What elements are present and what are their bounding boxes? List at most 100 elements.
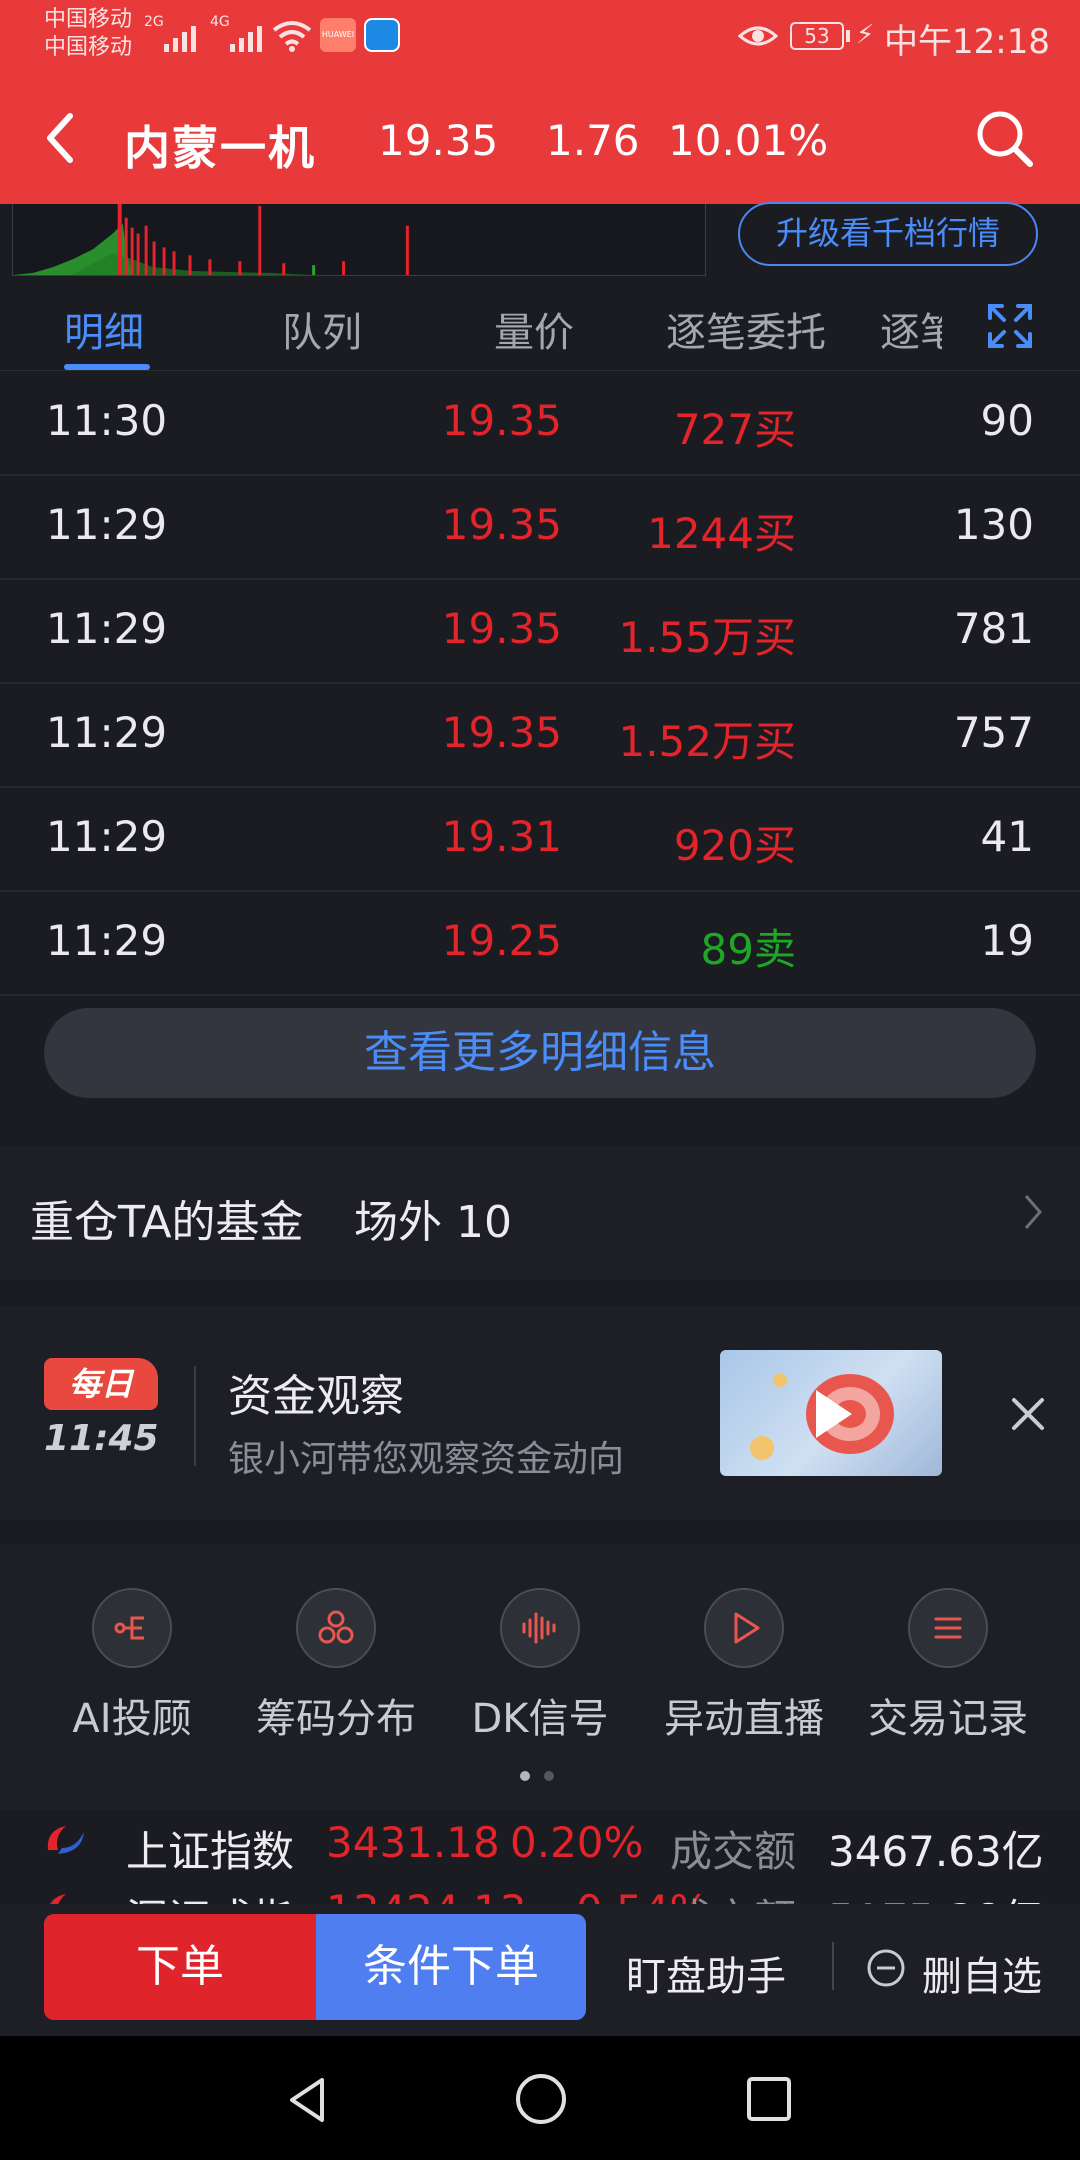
- dk-signal-icon: [500, 1588, 580, 1668]
- stock-change-percent: 10.01%: [668, 116, 829, 165]
- ticker-row: 上证指数 3431.18 0.20% 成交额 3467.63亿: [0, 1810, 1080, 1876]
- ai-advisor-icon: [92, 1588, 172, 1668]
- trade-time: 11:29: [46, 916, 168, 965]
- nav-back-icon[interactable]: [282, 2074, 334, 2126]
- tab-order-by-order[interactable]: 逐笔委托: [666, 300, 826, 358]
- carrier-labels: 中国移动 中国移动: [44, 6, 132, 62]
- trade-price: 19.35: [441, 708, 562, 757]
- remove-watchlist-label: 删自选: [922, 1954, 1042, 2000]
- charging-icon: ⚡: [856, 20, 875, 50]
- fund-holdings-row[interactable]: 重仓TA的基金 场外 10: [0, 1146, 1080, 1280]
- index-amount: 3467.63亿: [828, 1827, 1044, 1876]
- tool-label: DK信号: [471, 1696, 609, 1742]
- trade-count: 41: [980, 812, 1034, 861]
- nav-home-icon[interactable]: [514, 2072, 568, 2126]
- tool-dk-signal[interactable]: DK信号: [440, 1588, 640, 1744]
- trade-volume: 727买: [673, 405, 796, 454]
- table-row: 11:29 19.31 920买 41: [0, 788, 1080, 892]
- index-amount: 5175.38亿: [828, 1886, 1044, 1904]
- table-row: 11:29 19.35 1.55万买 781: [0, 580, 1080, 684]
- order-bar: 下单 条件下单 盯盘助手 删自选: [0, 1904, 1080, 2036]
- index-value: 13424.13: [326, 1886, 526, 1904]
- trade-volume: 1244买: [647, 509, 796, 558]
- tab-volume-price[interactable]: 量价: [494, 300, 574, 358]
- battery-icon: 53: [790, 22, 844, 50]
- huawei-app-icon: HUAWEI: [320, 18, 356, 52]
- amount-label: 成交额: [670, 1827, 797, 1876]
- carrier-1: 中国移动: [44, 7, 133, 32]
- stock-name: 内蒙一机: [124, 121, 316, 175]
- index-ticker[interactable]: 上证指数 3431.18 0.20% 成交额 3467.63亿 深证成指 134…: [0, 1810, 1080, 1904]
- fullscreen-expand-icon[interactable]: [986, 302, 1034, 350]
- table-row: 11:30 19.35 727买 90: [0, 372, 1080, 476]
- page-indicator: [520, 1766, 568, 1785]
- tab-queue[interactable]: 队列: [282, 300, 362, 358]
- tool-shortcuts: AI投顾 筹码分布 DK信号 异动直播 交易记录: [0, 1544, 1080, 1810]
- index-value: 3431.18: [326, 1818, 500, 1867]
- signal-icon: [164, 16, 196, 52]
- tool-label: 异动直播: [664, 1696, 824, 1742]
- page-dot-active: [520, 1771, 530, 1781]
- stock-price: 19.35: [378, 116, 499, 165]
- chip-distribution-icon: [296, 1588, 376, 1668]
- back-arrow-icon[interactable]: [40, 110, 80, 166]
- chart-strip: 升级看千档行情: [0, 202, 1080, 280]
- tab-trade-by-trade[interactable]: 逐笔: [880, 300, 942, 358]
- amount-label: 成交额: [670, 1886, 796, 1904]
- network-type-1: 2G: [144, 14, 164, 30]
- trade-time: 11:30: [46, 396, 168, 445]
- index-name: 深证成指: [126, 1886, 294, 1904]
- tool-label: 筹码分布: [256, 1696, 416, 1742]
- tool-trade-record[interactable]: 交易记录: [848, 1588, 1048, 1744]
- ticker-row: 深证成指 13424.13 0.54% 成交额 5175.38亿: [0, 1874, 1080, 1904]
- detail-tabs: 明细 队列 量价 逐笔委托 逐笔: [0, 280, 1080, 371]
- tool-label: AI投顾: [72, 1696, 192, 1742]
- daily-description: 银小河带您观察资金动向: [228, 1439, 625, 1480]
- upgrade-level2-button[interactable]: 升级看千档行情: [738, 202, 1038, 266]
- close-icon[interactable]: [1010, 1396, 1046, 1432]
- status-bar: 中国移动 中国移动 2G 4G HUAWEI 53 ⚡ 中午12:18: [0, 0, 1080, 72]
- system-navigation-bar: [0, 2036, 1080, 2160]
- tool-live-anomaly[interactable]: 异动直播: [644, 1588, 844, 1744]
- tab-active-indicator: [64, 364, 150, 370]
- table-row: 11:29 19.25 89卖 19: [0, 892, 1080, 996]
- trade-price: 19.35: [441, 500, 562, 549]
- trade-price: 19.35: [441, 396, 562, 445]
- search-icon[interactable]: [972, 106, 1036, 170]
- tool-ai-advisor[interactable]: AI投顾: [32, 1588, 232, 1744]
- tab-detail[interactable]: 明细: [64, 300, 144, 358]
- trade-time: 11:29: [46, 604, 168, 653]
- szse-logo-icon: [50, 1894, 66, 1904]
- volume-mini-chart[interactable]: [12, 204, 706, 276]
- daily-badge: 每日: [44, 1358, 158, 1410]
- view-more-detail-button[interactable]: 查看更多明细信息: [44, 1008, 1036, 1098]
- trade-count: 130: [953, 500, 1034, 549]
- tab-trade-by-trade-clip: 逐笔: [880, 300, 942, 358]
- video-thumbnail[interactable]: [720, 1350, 942, 1476]
- carrier-2: 中国移动: [44, 35, 133, 60]
- conditional-order-button[interactable]: 条件下单: [316, 1914, 586, 2020]
- daily-title: 资金观察: [228, 1371, 404, 1422]
- daily-capital-banner[interactable]: 每日 11:45 资金观察 银小河带您观察资金动向: [0, 1306, 1080, 1520]
- index-name: 上证指数: [126, 1827, 295, 1876]
- page-dot: [544, 1771, 554, 1781]
- tool-label: 交易记录: [868, 1696, 1028, 1742]
- nav-recent-apps-icon[interactable]: [746, 2076, 792, 2122]
- play-icon: [750, 1373, 894, 1460]
- trade-volume: 89卖: [700, 925, 796, 974]
- divider: [832, 1942, 834, 1990]
- trade-price: 19.35: [441, 604, 562, 653]
- watch-assistant-button[interactable]: 盯盘助手: [626, 1944, 786, 2002]
- trade-time: 11:29: [46, 812, 168, 861]
- tool-chip-distribution[interactable]: 筹码分布: [236, 1588, 436, 1744]
- fund-section-count: 场外 10: [354, 1197, 512, 1248]
- stock-header: 内蒙一机 19.35 1.76 10.01%: [0, 72, 1080, 204]
- minus-circle-icon: [867, 1949, 905, 1987]
- fund-section-title: 重仓TA的基金: [30, 1197, 304, 1248]
- trade-time: 11:29: [46, 500, 168, 549]
- order-button[interactable]: 下单: [44, 1914, 316, 2020]
- trade-price: 19.25: [441, 916, 562, 965]
- trade-count: 19: [980, 916, 1034, 965]
- trade-time: 11:29: [46, 708, 168, 757]
- table-row: 11:29 19.35 1.52万买 757: [0, 684, 1080, 788]
